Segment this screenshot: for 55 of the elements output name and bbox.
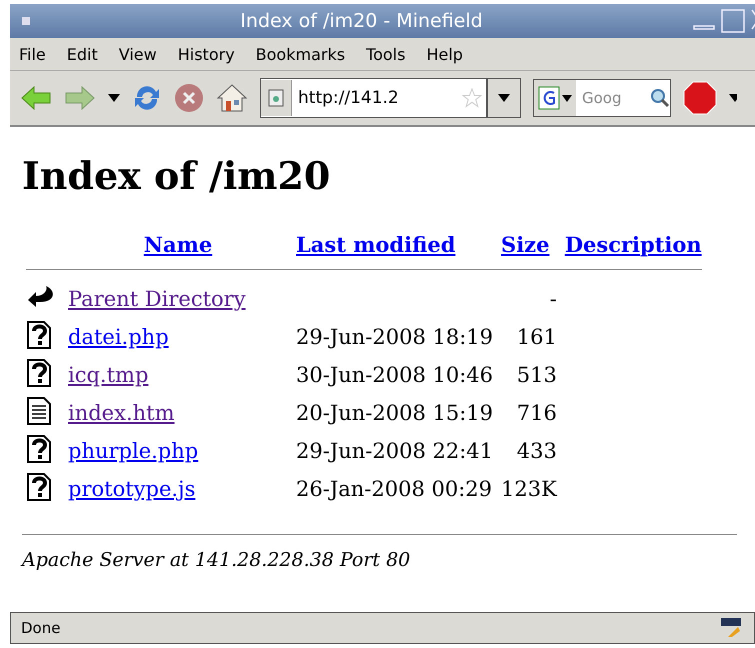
modified-date: 26-Jan-2008 00:29	[296, 477, 492, 501]
dropdown-arrow-icon	[498, 94, 510, 102]
maximize-icon[interactable]	[721, 9, 745, 33]
file-link[interactable]: icq.tmp	[68, 363, 148, 387]
file-size: 513	[516, 363, 557, 387]
modified-date: 20-Jun-2008 15:19	[296, 401, 494, 425]
search-engine-button[interactable]	[534, 80, 576, 116]
file-link[interactable]: phurple.php	[68, 439, 198, 463]
menu-item[interactable]: Edit	[66, 44, 98, 64]
unknown-file-icon	[26, 472, 52, 502]
file-size: 123K	[501, 477, 557, 501]
server-signature: Apache Server at 141.28.228.38 Port 80	[22, 549, 412, 571]
back-icon[interactable]	[20, 85, 52, 111]
unknown-file-icon	[26, 434, 52, 464]
dropdown-arrow-icon[interactable]	[108, 94, 120, 102]
stop-icon[interactable]	[174, 83, 204, 113]
page-heading: Index of /im20	[22, 153, 332, 198]
modified-date: 29-Jun-2008 22:41	[296, 439, 494, 463]
file-link[interactable]: datei.php	[68, 325, 169, 349]
g-logo-icon	[538, 86, 560, 110]
menu-item[interactable]: Bookmarks	[256, 44, 346, 64]
home-icon[interactable]	[216, 83, 248, 113]
status-text: Done	[20, 619, 62, 637]
adblock-icon[interactable]	[683, 81, 717, 115]
menu-item[interactable]: File	[19, 44, 46, 64]
menu-item[interactable]: History	[178, 44, 235, 64]
window-title: Index of /im20 - Minefield	[239, 10, 484, 32]
menu-item[interactable]: View	[118, 44, 157, 64]
forward-icon[interactable]	[64, 85, 96, 111]
menu-item[interactable]: Tools	[366, 44, 406, 64]
menu-item[interactable]: Help	[426, 44, 463, 64]
column-header-link[interactable]: Size	[501, 232, 550, 256]
modified-date: 30-Jun-2008 10:46	[296, 363, 494, 387]
dropdown-arrow-icon	[562, 94, 572, 102]
column-header-link[interactable]: Description	[564, 232, 702, 256]
search-icon[interactable]	[650, 88, 670, 108]
unknown-file-icon	[26, 358, 52, 388]
column-header-link[interactable]: Last modified	[296, 232, 456, 256]
address-bar[interactable]: http://141.2	[260, 78, 487, 118]
modified-date: 29-Jun-2008 18:19	[296, 325, 494, 349]
file-size: 716	[516, 401, 557, 425]
star-icon[interactable]	[462, 88, 482, 108]
dropdown-arrow-icon[interactable]	[729, 94, 737, 102]
addon-icon[interactable]	[720, 617, 742, 639]
column-header-link[interactable]: Name	[144, 232, 212, 256]
file-link[interactable]: prototype.js	[68, 477, 196, 501]
file-link[interactable]: Parent Directory	[68, 287, 246, 311]
file-size: 433	[516, 439, 557, 463]
file-link[interactable]: index.htm	[68, 401, 175, 425]
unknown-file-icon	[26, 320, 52, 350]
file-size: -	[550, 287, 557, 311]
history-dropdown-button[interactable]	[487, 78, 521, 118]
file-size: 161	[516, 325, 557, 349]
text-file-icon	[26, 396, 52, 426]
page-icon	[268, 89, 284, 107]
